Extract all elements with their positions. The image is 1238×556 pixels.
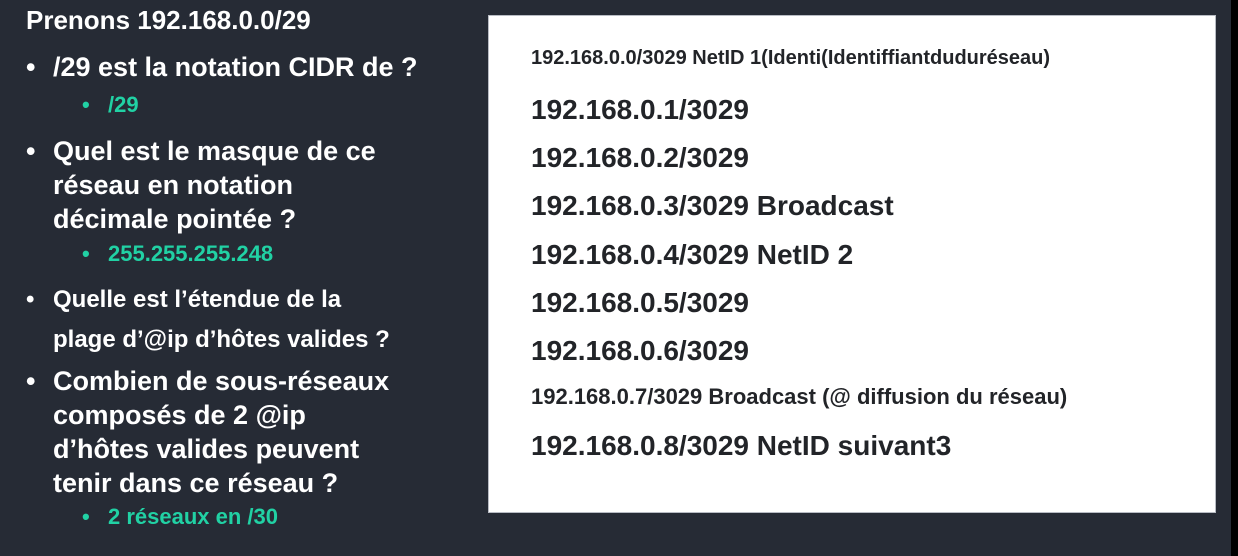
answer-text: 2 réseaux en /30 [108, 504, 279, 529]
question-line: d’hôtes valides peuvent [53, 434, 360, 464]
bullet-icon: • [26, 366, 36, 396]
question-line: décimale pointée ? [53, 204, 297, 234]
address-line: 192.168.0.0/3029 NetID 1(Identi(Identiff… [531, 47, 1051, 69]
address-line: 192.168.0.4/3029 NetID 2 [531, 239, 854, 270]
question-line: Quelle est l’étendue de la [53, 286, 342, 313]
bullet-icon: • [82, 504, 90, 529]
answer-mask: • 255.255.255.248 [82, 241, 273, 267]
address-line: 192.168.0.3/3029 Broadcast [531, 190, 894, 221]
question-line: Quel est le masque de ce [53, 136, 376, 166]
answer-text: 255.255.255.248 [108, 241, 274, 266]
slide-title: Prenons 192.168.0.0/29 [26, 5, 311, 35]
bullet-icon: • [26, 52, 36, 82]
address-line: 192.168.0.8/3029 NetID suivant3 [531, 430, 952, 461]
answer-text: /29 [108, 92, 139, 117]
bullet-icon: • [82, 241, 90, 266]
bullet-icon: • [26, 286, 35, 313]
bullet-icon: • [82, 92, 90, 117]
question-line: /29 est la notation CIDR de ? [53, 52, 418, 82]
slide: { "slide": { "title": "Prenons 192.168.0… [0, 0, 1238, 556]
question-line: tenir dans ce réseau ? [53, 468, 339, 498]
answer-subnets: • 2 réseaux en /30 [82, 504, 278, 530]
right-edge-bar [1231, 0, 1238, 556]
question-line: plage d’@ip d’hôtes valides ? [53, 326, 390, 353]
address-line: 192.168.0.2/3029 [531, 142, 749, 173]
question-line: Combien de sous-réseaux [53, 366, 390, 396]
address-list-panel: 192.168.0.0/3029 NetID 1(Identi(Identiff… [488, 15, 1216, 513]
question-line: réseau en notation [53, 170, 294, 200]
address-line: 192.168.0.5/3029 [531, 287, 749, 318]
question-line: composés de 2 @ip [53, 400, 306, 430]
address-line: 192.168.0.7/3029 Broadcast (@ diffusion … [531, 384, 1068, 409]
answer-cidr: • /29 [82, 92, 139, 118]
bullet-icon: • [26, 136, 36, 166]
address-line: 192.168.0.6/3029 [531, 335, 749, 366]
address-line: 192.168.0.1/3029 [531, 94, 749, 125]
